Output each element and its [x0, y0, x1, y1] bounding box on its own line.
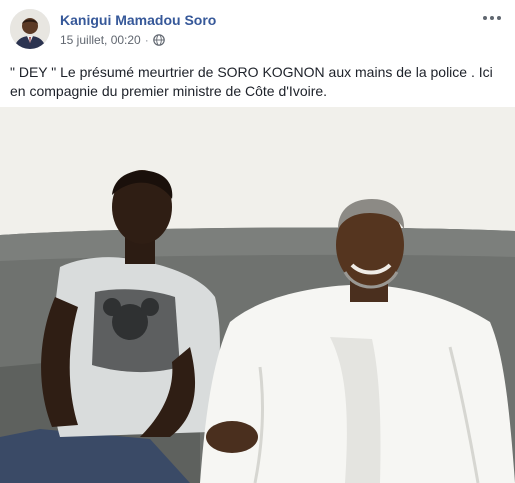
more-options-icon[interactable] — [481, 10, 503, 26]
more-dot — [490, 16, 494, 20]
post-text-line: " DEY " Le présumé meurtrier de SORO KOG… — [10, 64, 493, 80]
more-dot — [497, 16, 501, 20]
post-text: " DEY " Le présumé meurtrier de SORO KOG… — [10, 63, 505, 101]
post-meta: 15 juillet, 00:20 · — [60, 33, 165, 47]
post-text-line: en compagnie du premier ministre de Côte… — [10, 83, 328, 99]
author-name[interactable]: Kanigui Mamadou Soro — [60, 12, 216, 28]
meta-separator: · — [144, 33, 149, 47]
facebook-post: Kanigui Mamadou Soro 15 juillet, 00:20 ·… — [0, 0, 515, 483]
post-timestamp[interactable]: 15 juillet, 00:20 — [60, 33, 141, 47]
avatar-image — [10, 9, 50, 49]
post-photo[interactable] — [0, 107, 515, 483]
globe-icon[interactable] — [152, 34, 165, 46]
author-avatar[interactable] — [10, 9, 50, 49]
more-dot — [483, 16, 487, 20]
photo-image — [0, 107, 515, 483]
post-header: Kanigui Mamadou Soro 15 juillet, 00:20 · — [0, 0, 515, 56]
